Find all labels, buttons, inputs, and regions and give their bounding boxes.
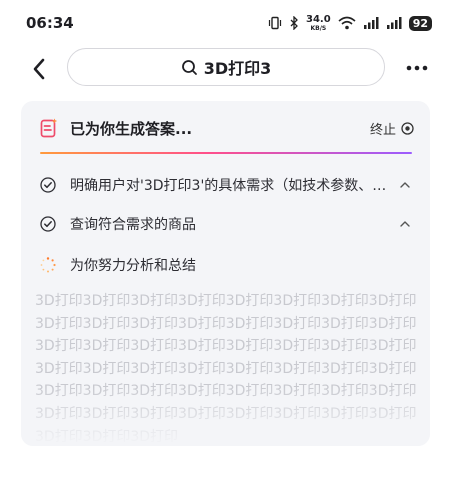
wifi-icon: [338, 16, 356, 30]
stop-button[interactable]: 终止: [370, 119, 414, 138]
check-circle-icon: [40, 177, 56, 193]
signal-icon: [363, 17, 379, 29]
check-circle-icon: [40, 216, 56, 232]
gradient-divider: [40, 152, 412, 154]
search-icon: [181, 59, 197, 75]
battery-level: 92: [408, 15, 432, 31]
ai-answer-card: 已为你生成答案... 终止 明确用户对'3D打印3'的具体需求（如技术参数、应用…: [21, 101, 430, 446]
network-speed: 34.0 KB/S: [306, 13, 331, 32]
network-speed-value: 34.0: [306, 13, 331, 25]
back-button[interactable]: [24, 54, 54, 84]
vibrate-icon: [268, 16, 282, 30]
search-query: 3D打印3: [203, 59, 272, 78]
text-fade-overlay: [21, 386, 430, 446]
status-bar: 06:34 34.0 KB/S 92: [0, 0, 450, 48]
chevron-up-icon[interactable]: [398, 180, 412, 190]
back-arrow-icon: [33, 58, 45, 80]
step-item-requirements[interactable]: 明确用户对'3D打印3'的具体需求（如技术参数、应用场景等）: [40, 173, 412, 197]
more-icon: [406, 65, 428, 71]
step-label: 查询符合需求的商品: [70, 217, 196, 233]
step-label: 为你努力分析和总结: [70, 258, 196, 274]
status-icons: 34.0 KB/S 92: [268, 13, 432, 33]
loading-spinner-icon: [40, 257, 56, 273]
step-item-analyzing: 为你努力分析和总结: [40, 253, 412, 277]
step-item-query-products[interactable]: 查询符合需求的商品: [40, 212, 412, 236]
chevron-up-icon[interactable]: [398, 219, 412, 229]
answer-status-title: 已为你生成答案...: [70, 120, 193, 138]
stop-label: 终止: [369, 123, 396, 138]
search-bar[interactable]: 3D打印3: [67, 48, 385, 86]
ai-doc-icon: [40, 118, 58, 138]
network-speed-unit: KB/S: [310, 24, 327, 32]
signal-icon: [386, 17, 402, 29]
more-button[interactable]: [402, 56, 432, 80]
bluetooth-icon: [290, 16, 298, 30]
status-time: 06:34: [26, 14, 74, 32]
step-label: 明确用户对'3D打印3'的具体需求（如技术参数、应用场景等）: [70, 178, 390, 194]
stop-icon: [401, 122, 414, 135]
